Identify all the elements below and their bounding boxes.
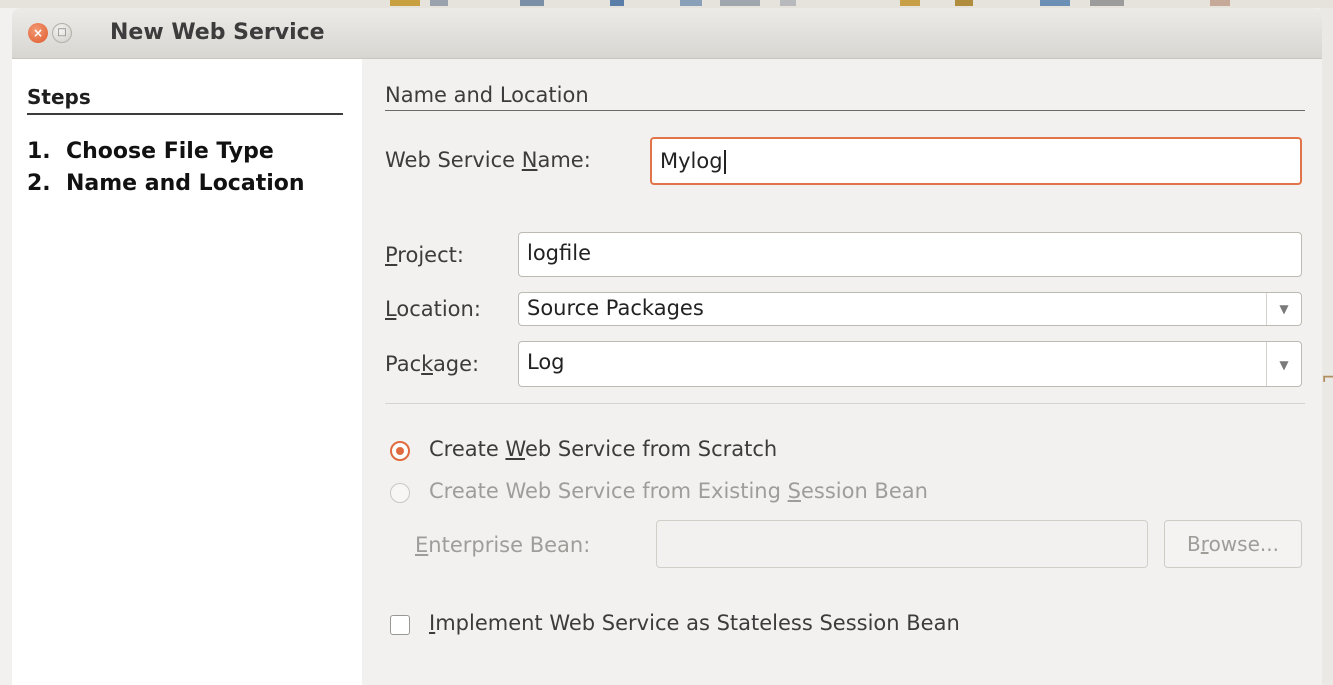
dialog-body: Steps 1. Choose File Type 2. Name and Lo… <box>12 59 1322 685</box>
section-divider <box>385 110 1305 111</box>
location-select[interactable]: Source Packages ▼ <box>518 292 1302 326</box>
step-label: Choose File Type <box>66 139 274 164</box>
enterprise-bean-label: Enterprise Bean: <box>415 533 591 557</box>
chevron-down-icon[interactable]: ▼ <box>1266 293 1301 325</box>
close-icon[interactable]: × <box>28 23 48 43</box>
step-item: 2. Name and Location <box>27 171 305 196</box>
web-service-name-label: Web Service Name: <box>385 148 591 172</box>
title-bar: × □ New Web Service <box>12 8 1322 59</box>
stateless-checkbox[interactable] <box>390 615 410 635</box>
package-combobox[interactable]: Log ▼ <box>518 341 1302 387</box>
steps-panel: Steps 1. Choose File Type 2. Name and Lo… <box>12 59 362 685</box>
from-session-bean-label[interactable]: Create Web Service from Existing Session… <box>429 479 928 503</box>
from-scratch-label[interactable]: Create Web Service from Scratch <box>429 437 777 461</box>
project-label: Project: <box>385 243 464 267</box>
form-panel: Name and Location Web Service Name: Mylo… <box>385 59 1305 685</box>
step-item: 1. Choose File Type <box>27 139 274 164</box>
background-window-strip <box>0 0 1333 8</box>
project-field[interactable]: logfile <box>518 232 1302 277</box>
step-number: 2. <box>27 171 51 196</box>
separator <box>385 403 1305 404</box>
maximize-icon[interactable]: □ <box>52 23 72 43</box>
section-title: Name and Location <box>385 83 589 107</box>
steps-heading: Steps <box>27 85 91 109</box>
step-label: Name and Location <box>66 171 305 196</box>
package-label: Package: <box>385 352 480 376</box>
chevron-down-icon[interactable]: ▼ <box>1266 342 1301 386</box>
location-label: Location: <box>385 297 481 321</box>
web-service-name-input[interactable]: Mylog <box>650 137 1302 185</box>
from-session-bean-radio[interactable] <box>390 483 410 503</box>
enterprise-bean-field[interactable] <box>656 520 1148 568</box>
stateless-label[interactable]: Implement Web Service as Stateless Sessi… <box>429 611 960 635</box>
text-caret <box>723 150 726 174</box>
browse-button[interactable]: Browse... <box>1164 520 1302 568</box>
window-title: New Web Service <box>110 20 325 45</box>
from-scratch-radio[interactable] <box>390 441 410 461</box>
background-edge-glyph: ⌐ <box>1321 366 1333 391</box>
steps-divider <box>27 113 343 115</box>
step-number: 1. <box>27 139 51 164</box>
